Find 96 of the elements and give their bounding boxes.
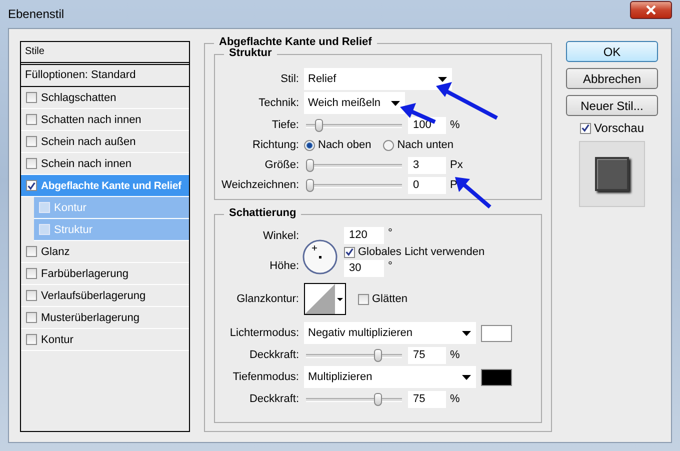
style-item[interactable]: Schlagschatten xyxy=(21,87,189,109)
color-swatch[interactable] xyxy=(481,368,512,386)
checkbox-option[interactable]: Glätten xyxy=(358,293,408,305)
caret-icon xyxy=(391,100,400,106)
field-label: Tiefe: xyxy=(270,119,300,131)
caret-icon xyxy=(462,374,471,380)
dialog-button[interactable]: Abbrechen xyxy=(566,68,658,89)
contour-curve-icon xyxy=(305,284,335,314)
number-field[interactable]: 30 xyxy=(344,260,384,277)
caret-icon xyxy=(337,298,343,300)
unit-label: ° xyxy=(387,227,392,239)
field-label: Deckkraft: xyxy=(248,349,300,361)
color-swatch[interactable] xyxy=(481,324,512,342)
field-label: Größe: xyxy=(264,159,300,171)
style-label: Kontur xyxy=(41,334,74,346)
style-item[interactable]: Schein nach außen xyxy=(21,131,189,153)
checkbox[interactable] xyxy=(26,136,37,147)
dropdown[interactable]: Weich meißeln xyxy=(304,92,405,114)
number-field[interactable]: 3 xyxy=(408,156,446,174)
slider-thumb[interactable] xyxy=(306,178,314,192)
field-label: Lichtermodus: xyxy=(228,327,300,339)
style-label: Kontur xyxy=(54,202,86,214)
style-item[interactable]: Farbüberlagerung xyxy=(21,263,189,285)
number-field[interactable]: 120 xyxy=(344,227,384,244)
checkbox[interactable] xyxy=(26,92,37,103)
caret-icon xyxy=(462,330,471,336)
style-label: Schlagschatten xyxy=(41,92,116,104)
group-title: Schattierung xyxy=(224,207,302,219)
number-field[interactable]: 75 xyxy=(408,390,446,408)
checkbox[interactable] xyxy=(26,114,37,125)
style-label: Verlaufsüberlagerung xyxy=(41,290,146,302)
field-label: Technik: xyxy=(258,97,300,109)
unit-label: % xyxy=(449,349,460,361)
style-label: Schein nach innen xyxy=(41,158,132,170)
checkbox[interactable] xyxy=(26,158,37,169)
radio-option[interactable]: Nach oben xyxy=(304,139,372,151)
field-label: Richtung: xyxy=(252,139,300,151)
slider-thumb[interactable] xyxy=(374,392,382,406)
group-title: Abgeflachte Kante und Relief xyxy=(214,36,377,48)
number-field[interactable]: 100 xyxy=(408,116,446,134)
dropdown[interactable]: Relief xyxy=(304,68,452,90)
group-title: Struktur xyxy=(224,47,277,59)
style-item[interactable]: Glanz xyxy=(21,241,189,263)
unit-label: Px xyxy=(449,159,463,171)
checkmark-icon xyxy=(345,247,354,257)
unit-label: P xyxy=(449,179,458,191)
window-title: Ebenenstil xyxy=(8,7,64,21)
style-label: Struktur xyxy=(54,224,93,236)
annotation-arrow xyxy=(455,177,492,209)
close-button[interactable] xyxy=(630,1,672,19)
field-label: Stil: xyxy=(280,73,300,85)
style-label: Schatten nach innen xyxy=(41,114,142,126)
field-label: Tiefenmodus: xyxy=(232,371,300,383)
field-label: Glanzkontur: xyxy=(236,293,300,305)
list-header: Stile xyxy=(21,42,189,65)
preview-square xyxy=(595,157,629,191)
checkmark-icon xyxy=(27,180,36,190)
blend-options-item[interactable]: Fülloptionen: Standard xyxy=(21,65,189,87)
checkbox[interactable] xyxy=(26,246,37,257)
checkbox[interactable] xyxy=(26,290,37,301)
style-label: Abgeflachte Kante und Relief xyxy=(41,180,182,192)
unit-label: ° xyxy=(387,260,392,272)
style-item[interactable]: Kontur xyxy=(21,329,189,351)
dropdown[interactable]: Multiplizieren xyxy=(304,366,476,388)
style-item[interactable]: Verlaufsüberlagerung xyxy=(21,285,189,307)
ok-button[interactable]: OK xyxy=(566,41,658,62)
checkbox[interactable] xyxy=(26,334,37,345)
style-label: Schein nach außen xyxy=(41,136,136,148)
angle-dial[interactable] xyxy=(302,239,338,275)
unit-label: % xyxy=(449,119,460,131)
style-item[interactable]: Musterüberlagerung xyxy=(21,307,189,329)
field-label: Winkel: xyxy=(262,230,300,242)
dialog-button[interactable]: Neuer Stil... xyxy=(566,95,658,116)
field-label: Höhe: xyxy=(268,260,300,272)
number-field[interactable]: 75 xyxy=(408,346,446,364)
checkbox[interactable] xyxy=(26,180,37,191)
field-label: Weichzeichnen: xyxy=(220,179,300,191)
dropdown[interactable]: Negativ multiplizieren xyxy=(304,322,476,344)
number-field[interactable]: 0 xyxy=(408,176,446,194)
checkbox-option[interactable]: Vorschau xyxy=(580,121,644,135)
close-icon xyxy=(645,5,657,15)
checkbox[interactable] xyxy=(26,312,37,323)
slider-thumb[interactable] xyxy=(314,118,323,132)
checkbox[interactable] xyxy=(26,268,37,279)
contour-picker[interactable] xyxy=(304,283,346,315)
style-item[interactable]: Schatten nach innen xyxy=(21,109,189,131)
unit-label: % xyxy=(449,393,460,405)
slider-thumb[interactable] xyxy=(374,348,382,362)
radio-option[interactable]: Nach unten xyxy=(383,139,454,151)
style-label: Musterüberlagerung xyxy=(41,312,140,324)
style-label: Farbüberlagerung xyxy=(41,268,128,280)
slider-thumb[interactable] xyxy=(306,158,314,172)
field-label: Deckkraft: xyxy=(248,393,300,405)
checkbox-option[interactable]: Globales Licht verwenden xyxy=(344,246,485,258)
checkmark-icon xyxy=(580,123,590,133)
style-label: Glanz xyxy=(41,246,70,258)
